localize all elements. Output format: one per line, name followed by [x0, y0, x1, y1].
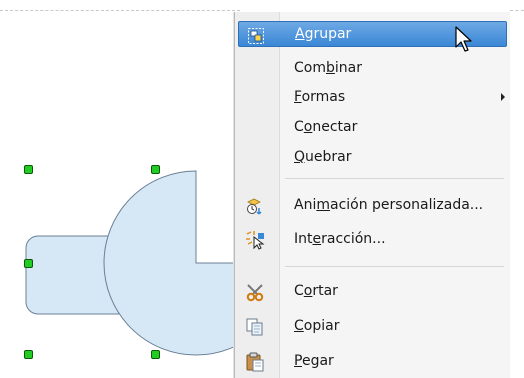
menu-item-label: Conectar	[294, 119, 358, 135]
menu-item-paste[interactable]: Pegar	[238, 348, 507, 374]
menu-separator	[285, 266, 504, 267]
mouse-pointer-icon	[455, 26, 472, 52]
menu-item-label: Pegar	[294, 353, 334, 369]
menu-separator	[285, 178, 504, 179]
custom-animation-icon	[245, 196, 265, 216]
selection-handle-top-middle[interactable]	[151, 165, 160, 174]
menu-item-copy[interactable]: Copiar	[238, 313, 507, 339]
interaction-icon	[245, 230, 265, 250]
menu-item-custom-animation[interactable]: Animación personalizada...	[238, 192, 507, 218]
menu-item-label: Copiar	[294, 318, 340, 334]
selected-shapes[interactable]	[0, 0, 240, 378]
menu-item-label: Formas	[294, 89, 346, 105]
menu-item-label: Interacción...	[294, 231, 386, 247]
menu-item-interaction[interactable]: Interacción...	[238, 226, 507, 252]
menu-item-combine[interactable]: Combinar	[238, 55, 507, 81]
group-icon	[246, 26, 266, 46]
selection-handle-bottom-left[interactable]	[24, 350, 33, 359]
selection-handle-top-left[interactable]	[24, 165, 33, 174]
copy-icon	[245, 317, 265, 337]
menu-item-label: Cortar	[294, 283, 338, 299]
menu-item-label: Quebrar	[294, 149, 352, 165]
menu-item-connect[interactable]: Conectar	[238, 114, 507, 140]
pie-shape	[103, 170, 240, 356]
submenu-arrow-icon	[501, 93, 505, 101]
page-boundary-line-right	[510, 10, 524, 11]
menu-item-label: Agrupar	[295, 26, 352, 42]
context-menu: Agrupar Combinar Formas Conectar Quebrar…	[234, 12, 510, 378]
scissors-icon	[245, 282, 265, 302]
menu-item-shapes[interactable]: Formas	[238, 84, 507, 110]
menu-item-label: Combinar	[294, 60, 362, 76]
menu-item-cut[interactable]: Cortar	[238, 278, 507, 304]
menu-item-label: Animación personalizada...	[294, 197, 484, 213]
menu-item-break[interactable]: Quebrar	[238, 144, 507, 170]
paste-icon	[245, 352, 265, 372]
selection-handle-middle-left[interactable]	[24, 259, 33, 268]
selection-handle-bottom-middle[interactable]	[151, 350, 160, 359]
